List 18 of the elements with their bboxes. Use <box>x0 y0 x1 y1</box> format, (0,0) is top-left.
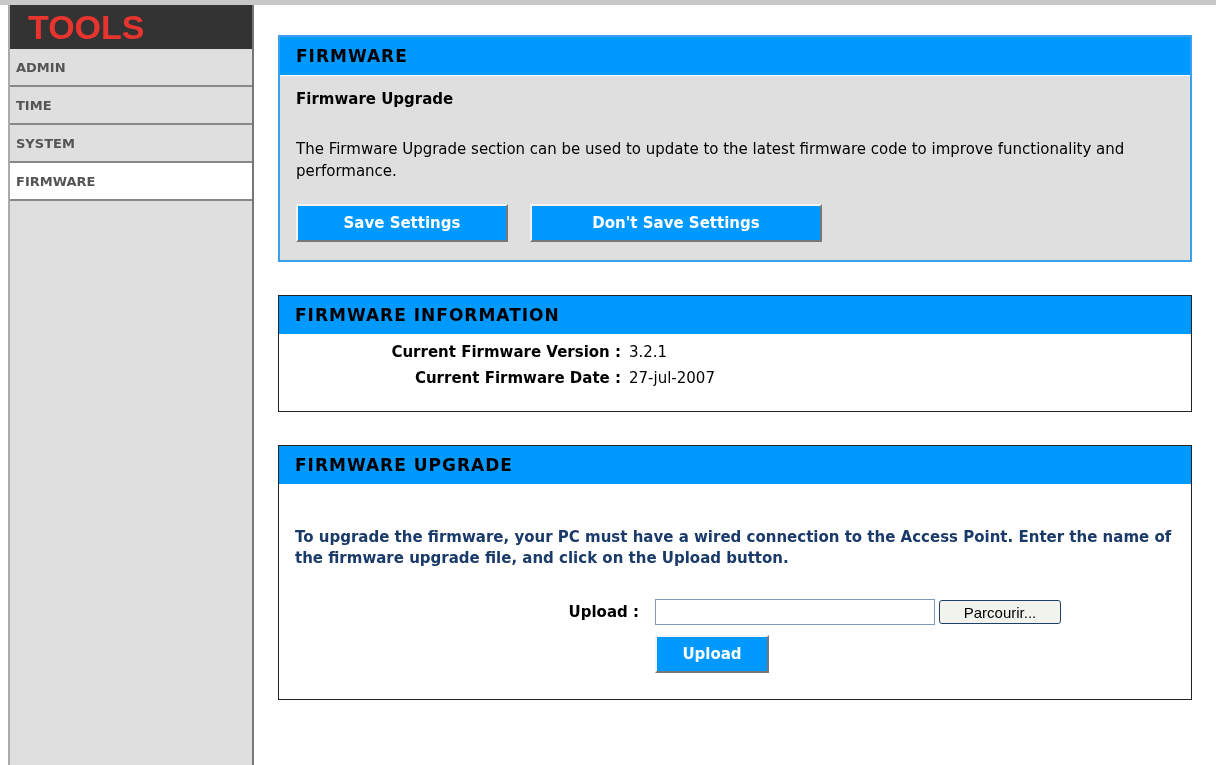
field-value: 3.2.1 <box>629 343 669 361</box>
browse-button[interactable]: Parcourir... <box>939 600 1061 624</box>
dont-save-button[interactable]: Don't Save Settings <box>530 204 822 242</box>
field-label: Current Firmware Date : <box>413 369 621 387</box>
upload-label: Upload : <box>567 603 639 621</box>
panel-title: FIRMWARE UPGRADE <box>279 446 1191 485</box>
panel-title: FIRMWARE INFORMATION <box>279 296 1191 335</box>
file-field[interactable] <box>655 599 935 625</box>
nav-item[interactable]: FIRMWARE <box>10 163 252 201</box>
instructions-text: To upgrade the firmware, your PC must have a wired connection to the Access Point. Enter the name of the firmware upgrade file, and click on the Upload button. <box>295 527 1173 569</box>
description-text: The Firmware Upgrade section can be used to update to the latest firmware code to improve functionality and performance. <box>296 139 1126 182</box>
sidebar-title: TOOLS <box>28 10 145 44</box>
panel-title: FIRMWARE <box>280 37 1190 76</box>
field-label: Current Firmware Version : <box>390 343 621 361</box>
upload-button[interactable]: Upload <box>655 635 769 673</box>
section-subtitle: Firmware Upgrade <box>296 90 455 108</box>
field-value: 27-jul-2007 <box>629 369 716 387</box>
save-button[interactable]: Save Settings <box>296 204 508 242</box>
